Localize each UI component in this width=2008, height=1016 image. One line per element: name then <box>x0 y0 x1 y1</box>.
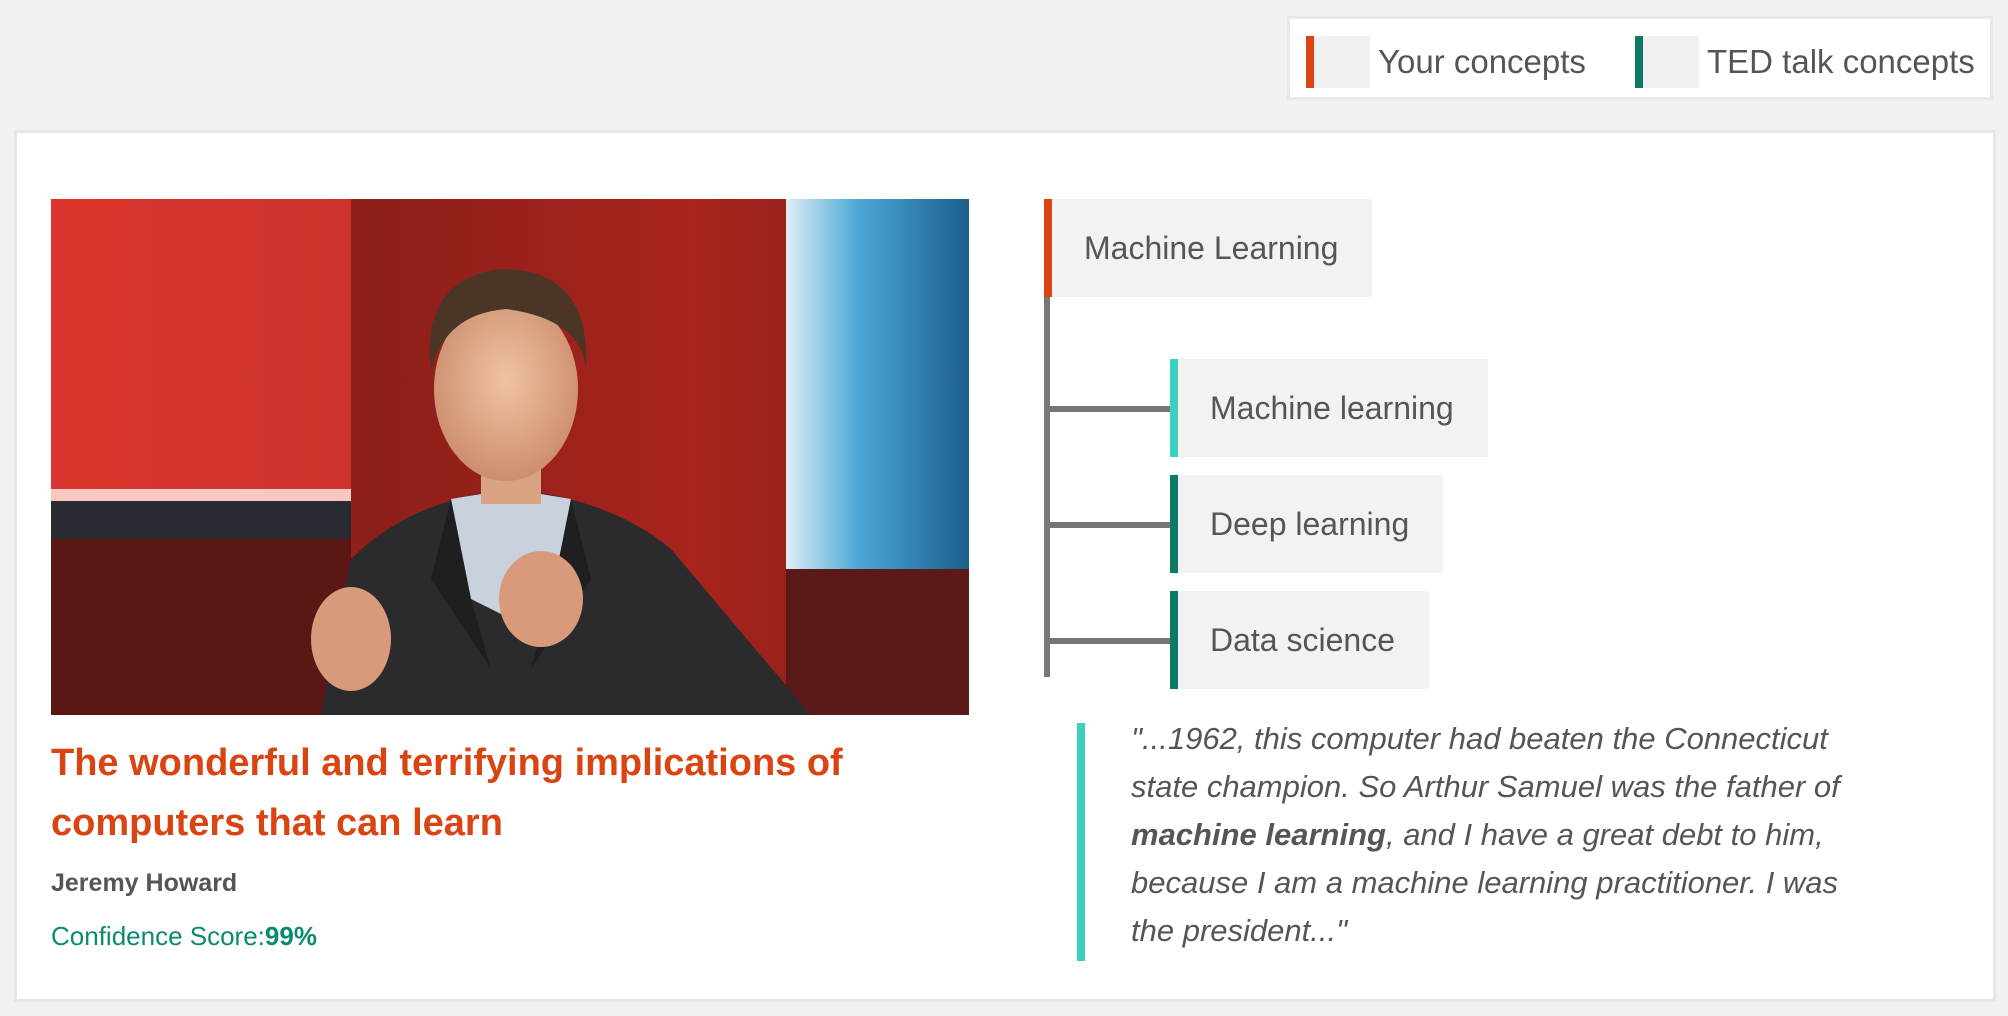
concept-legend: Your concepts TED talk concepts <box>1287 16 1993 100</box>
concept-node-deep-learning[interactable]: Deep learning <box>1170 475 1444 573</box>
speaker-photo-image <box>51 199 969 715</box>
concept-color-edge <box>1170 591 1178 689</box>
concept-node-root[interactable]: Machine Learning <box>1044 199 1373 297</box>
speaker-photo[interactable] <box>51 199 969 715</box>
legend-item-ted-concepts: TED talk concepts <box>1635 36 1975 88</box>
concept-color-edge <box>1170 475 1178 573</box>
concept-label: Machine Learning <box>1084 229 1339 266</box>
tree-branch-line <box>1044 522 1184 528</box>
concept-color-edge <box>1044 199 1052 297</box>
talk-result-card: The wonderful and terrifying implication… <box>14 130 1996 1002</box>
confidence-value: 99% <box>264 921 317 951</box>
confidence-label: Confidence Score: <box>51 921 265 951</box>
legend-swatch <box>1643 36 1699 88</box>
legend-swatch <box>1314 36 1370 88</box>
quote-highlight: machine learning <box>1131 817 1386 852</box>
talk-title[interactable]: The wonderful and terrifying implication… <box>51 733 951 853</box>
concept-label: Deep learning <box>1210 505 1410 542</box>
legend-item-your-concepts: Your concepts <box>1306 36 1586 88</box>
concept-color-edge <box>1170 359 1178 457</box>
concept-label: Machine learning <box>1210 389 1454 426</box>
quote-accent-bar <box>1077 723 1085 961</box>
legend-color-bar <box>1635 36 1643 88</box>
concept-label: Data science <box>1210 621 1395 658</box>
concept-node-data-science[interactable]: Data science <box>1170 591 1429 689</box>
transcript-quote: "...1962, this computer had beaten the C… <box>1077 721 1867 961</box>
quote-text-before: "...1962, this computer had beaten the C… <box>1131 721 1840 804</box>
tree-trunk-line <box>1044 297 1050 677</box>
tree-branch-line <box>1044 406 1184 412</box>
legend-color-bar <box>1306 36 1314 88</box>
confidence-score: Confidence Score:99% <box>51 921 317 952</box>
quote-text: "...1962, this computer had beaten the C… <box>1131 715 1871 955</box>
legend-label: Your concepts <box>1378 43 1586 80</box>
speaker-name: Jeremy Howard <box>51 869 238 897</box>
concept-node-machine-learning[interactable]: Machine learning <box>1170 359 1488 457</box>
tree-branch-line <box>1044 638 1184 644</box>
legend-label: TED talk concepts <box>1707 43 1975 80</box>
